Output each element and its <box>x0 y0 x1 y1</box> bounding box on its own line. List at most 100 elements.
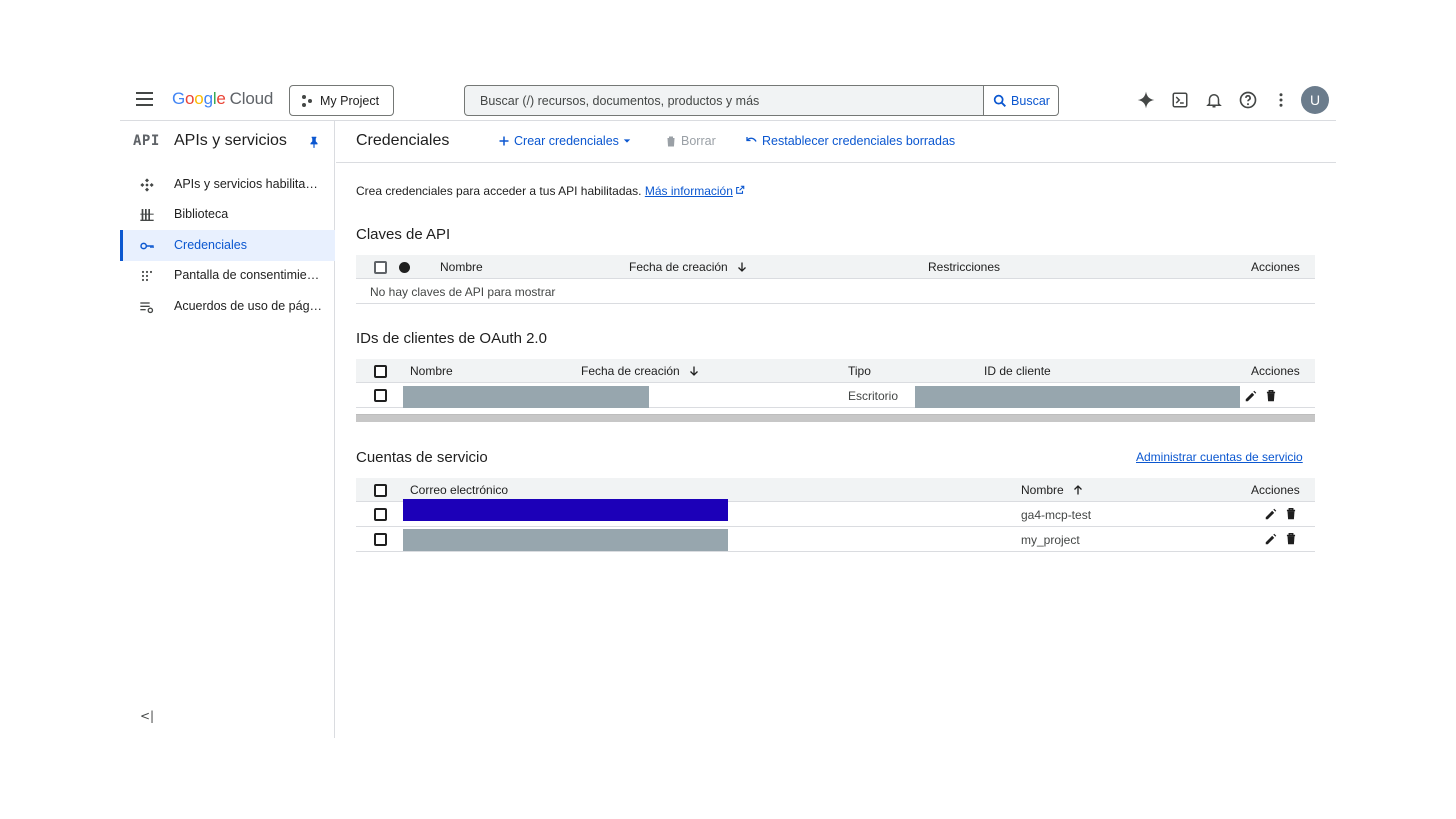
column-name[interactable]: Nombre <box>440 260 483 274</box>
project-name: My Project <box>320 93 380 108</box>
delete-label: Borrar <box>681 134 716 148</box>
page-header: Credenciales Crear credenciales Borrar R… <box>336 121 1336 163</box>
sidebar-item-enabled-apis[interactable]: APIs y servicios habilitados <box>120 169 335 200</box>
column-type[interactable]: Tipo <box>848 364 871 378</box>
arrow-down-icon <box>737 262 746 272</box>
sidebar-item-credentials[interactable]: Credenciales <box>120 230 335 261</box>
sidebar-item-label: Acuerdos de uso de páginas <box>174 299 324 313</box>
hub-icon <box>140 178 154 192</box>
search-icon <box>993 94 1007 107</box>
sidebar-item-library[interactable]: Biblioteca <box>120 199 335 230</box>
service-account-name: my_project <box>1021 533 1080 547</box>
top-bar: Google Cloud My Project Buscar (/) recurs… <box>120 80 1336 121</box>
select-all-checkbox[interactable] <box>374 365 387 378</box>
search-button-label: Buscar <box>1011 93 1050 108</box>
sidebar-header: API APIs y servicios <box>120 121 335 162</box>
create-credentials-label: Crear credenciales <box>514 134 619 148</box>
page-title: Credenciales <box>356 132 450 149</box>
empty-row: No hay claves de API para mostrar <box>356 279 1315 304</box>
row-checkbox[interactable] <box>374 389 387 402</box>
column-created-date[interactable]: Fecha de creación <box>581 364 700 378</box>
column-name[interactable]: Nombre <box>1021 483 1084 497</box>
horizontal-scrollbar[interactable] <box>356 414 1315 422</box>
table-header: Nombre Fecha de creación Restricciones A… <box>356 255 1315 279</box>
help-icon[interactable] <box>1236 88 1260 112</box>
key-icon <box>140 242 154 250</box>
redacted-email[interactable] <box>403 499 728 521</box>
api-logo: API <box>133 133 160 149</box>
learn-more-link[interactable]: Más información <box>645 184 745 198</box>
column-actions: Acciones <box>1251 483 1300 497</box>
table-row: ga4-mcp-test <box>356 499 1315 527</box>
api-keys-title: Claves de API <box>356 226 451 243</box>
table-header: Nombre Fecha de creación Tipo ID de clie… <box>356 359 1315 383</box>
sidebar-item-label: APIs y servicios habilitados <box>174 177 324 191</box>
more-vert-icon[interactable] <box>1269 88 1293 112</box>
sidebar-item-label: Credenciales <box>174 238 247 252</box>
caret-down-icon <box>623 139 631 143</box>
column-created-date[interactable]: Fecha de creación <box>629 260 748 274</box>
redacted-client-id <box>915 386 1240 408</box>
redacted-email[interactable] <box>403 529 728 551</box>
avatar[interactable]: U <box>1301 86 1329 114</box>
undo-icon <box>746 137 757 142</box>
search-button[interactable]: Buscar <box>983 85 1059 116</box>
bell-icon[interactable] <box>1202 88 1226 112</box>
terminal-icon[interactable] <box>1168 88 1192 112</box>
restore-label: Restablecer credenciales borradas <box>762 134 956 148</box>
sidebar-item-consent-screen[interactable]: Pantalla de consentimiento de OAuth <box>120 260 335 291</box>
edit-icon[interactable] <box>1244 389 1258 403</box>
client-type: Escritorio <box>848 389 899 403</box>
pin-icon[interactable] <box>307 135 321 149</box>
trash-icon[interactable] <box>1284 507 1298 521</box>
select-all-checkbox[interactable] <box>374 261 387 274</box>
settings-list-icon <box>140 302 154 314</box>
service-account-name: ga4-mcp-test <box>1021 508 1092 522</box>
column-actions: Acciones <box>1251 364 1300 378</box>
sidebar: API APIs y servicios APIs y servicios ha… <box>120 121 335 738</box>
create-credentials-button[interactable]: Crear credenciales <box>498 134 631 148</box>
column-actions: Acciones <box>1251 260 1300 274</box>
google-cloud-logo[interactable]: Google Cloud <box>172 89 273 109</box>
external-link-icon <box>736 185 745 194</box>
service-accounts-title: Cuentas de servicio <box>356 449 488 466</box>
sidebar-item-page-usage-agreements[interactable]: Acuerdos de uso de páginas <box>120 291 335 322</box>
sparkle-icon[interactable] <box>1134 88 1158 112</box>
redacted-name[interactable] <box>403 386 649 408</box>
library-icon <box>140 209 154 221</box>
sidebar-item-label: Pantalla de consentimiento de OAuth <box>174 268 324 282</box>
column-email[interactable]: Correo electrónico <box>410 483 508 497</box>
row-checkbox[interactable] <box>374 508 387 521</box>
consent-icon <box>141 270 153 282</box>
select-all-checkbox[interactable] <box>374 484 387 497</box>
row-checkbox[interactable] <box>374 533 387 546</box>
intro-description: Crea credenciales para acceder a tus API… <box>356 184 642 198</box>
manage-service-accounts-link[interactable]: Administrar cuentas de servicio <box>1136 450 1303 464</box>
menu-icon[interactable] <box>134 88 156 110</box>
edit-icon[interactable] <box>1264 507 1278 521</box>
table-row: my_project <box>356 527 1315 552</box>
project-picker-button[interactable]: My Project <box>289 85 394 116</box>
trash-icon[interactable] <box>1264 389 1278 403</box>
restore-credentials-button[interactable]: Restablecer credenciales borradas <box>745 134 955 148</box>
sidebar-title[interactable]: APIs y servicios <box>174 132 287 150</box>
trash-icon[interactable] <box>1284 532 1298 546</box>
column-restrictions: Restricciones <box>928 260 1001 274</box>
oauth-clients-title: IDs de clientes de OAuth 2.0 <box>356 330 547 347</box>
sidebar-item-label: Biblioteca <box>174 207 229 221</box>
add-icon <box>499 136 509 146</box>
empty-message: No hay claves de API para mostrar <box>370 285 556 299</box>
arrow-up-icon <box>1073 485 1082 495</box>
delete-button[interactable]: Borrar <box>665 134 716 148</box>
status-dot-icon <box>399 262 410 273</box>
search-input[interactable]: Buscar (/) recursos, documentos, product… <box>464 85 984 116</box>
intro-text: Crea credenciales para acceder a tus API… <box>356 184 745 198</box>
collapse-sidebar-icon[interactable]: <| <box>140 709 154 723</box>
column-name[interactable]: Nombre <box>410 364 453 378</box>
search-placeholder: Buscar (/) recursos, documentos, product… <box>480 93 760 108</box>
arrow-down-icon <box>689 366 698 376</box>
project-dots-icon <box>302 94 312 107</box>
table-row: Escritorio <box>356 383 1315 408</box>
edit-icon[interactable] <box>1264 532 1278 546</box>
column-client-id[interactable]: ID de cliente <box>984 364 1051 378</box>
